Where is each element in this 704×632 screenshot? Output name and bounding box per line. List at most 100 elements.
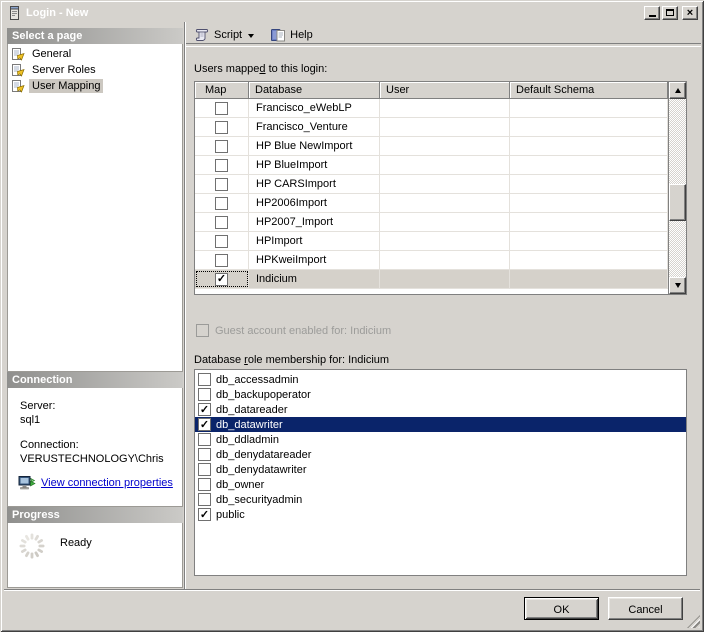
map-cell[interactable] (195, 194, 249, 212)
map-cell[interactable] (195, 118, 249, 136)
table-row[interactable]: Francisco_eWebLP (195, 99, 668, 118)
role-checkbox[interactable] (198, 478, 211, 491)
role-item[interactable]: public (195, 507, 686, 522)
map-cell[interactable] (195, 232, 249, 250)
map-cell[interactable] (195, 270, 249, 288)
default-schema-cell[interactable] (510, 251, 668, 269)
map-cell[interactable] (195, 137, 249, 155)
database-cell[interactable]: HP2006Import (249, 194, 380, 212)
user-cell[interactable] (380, 251, 510, 269)
map-cell[interactable] (195, 213, 249, 231)
role-item[interactable]: db_owner (195, 477, 686, 492)
user-cell[interactable] (380, 137, 510, 155)
scrollbar-track[interactable] (669, 99, 686, 277)
map-checkbox[interactable] (215, 121, 228, 134)
database-cell[interactable]: HP Blue NewImport (249, 137, 380, 155)
map-checkbox[interactable] (215, 216, 228, 229)
column-header-default-schema[interactable]: Default Schema (510, 82, 668, 99)
view-connection-properties-link[interactable]: View connection properties (41, 477, 173, 489)
table-row[interactable]: Indicium (195, 270, 668, 289)
map-cell[interactable] (195, 251, 249, 269)
table-row[interactable]: HPKweiImport (195, 251, 668, 270)
ok-button[interactable]: OK (524, 597, 599, 620)
map-checkbox[interactable] (215, 159, 228, 172)
role-item[interactable]: db_denydatareader (195, 447, 686, 462)
table-row[interactable]: HPImport (195, 232, 668, 251)
default-schema-cell[interactable] (510, 118, 668, 136)
table-row[interactable]: HP Blue NewImport (195, 137, 668, 156)
user-cell[interactable] (380, 156, 510, 174)
database-cell[interactable]: HP BlueImport (249, 156, 380, 174)
scroll-down-button[interactable] (669, 277, 686, 294)
map-checkbox[interactable] (215, 178, 228, 191)
help-button[interactable]: Help (267, 25, 316, 45)
map-checkbox[interactable] (215, 140, 228, 153)
role-checkbox[interactable] (198, 493, 211, 506)
map-cell[interactable] (195, 99, 249, 117)
map-cell[interactable] (195, 175, 249, 193)
resize-grip[interactable] (687, 615, 700, 628)
user-cell[interactable] (380, 118, 510, 136)
minimize-button[interactable] (644, 6, 660, 20)
database-cell[interactable]: HP2007_Import (249, 213, 380, 231)
default-schema-cell[interactable] (510, 137, 668, 155)
database-cell[interactable]: Francisco_Venture (249, 118, 380, 136)
column-header-user[interactable]: User (380, 82, 510, 99)
role-checkbox[interactable] (198, 418, 211, 431)
maximize-button[interactable] (662, 6, 678, 20)
default-schema-cell[interactable] (510, 232, 668, 250)
role-checkbox[interactable] (198, 448, 211, 461)
role-checkbox[interactable] (198, 508, 211, 521)
map-checkbox[interactable] (215, 254, 228, 267)
user-cell[interactable] (380, 99, 510, 117)
user-cell[interactable] (380, 194, 510, 212)
sidebar-item-server-roles[interactable]: Server Roles (8, 62, 182, 78)
user-cell[interactable] (380, 175, 510, 193)
map-checkbox[interactable] (215, 197, 228, 210)
role-item[interactable]: db_datareader (195, 402, 686, 417)
default-schema-cell[interactable] (510, 213, 668, 231)
role-item[interactable]: db_ddladmin (195, 432, 686, 447)
table-row[interactable]: HP2007_Import (195, 213, 668, 232)
map-checkbox[interactable] (215, 235, 228, 248)
map-cell[interactable] (195, 156, 249, 174)
default-schema-cell[interactable] (510, 194, 668, 212)
user-cell[interactable] (380, 213, 510, 231)
database-cell[interactable]: Indicium (249, 270, 380, 288)
map-checkbox[interactable] (215, 273, 228, 286)
table-row[interactable]: HP CARSImport (195, 175, 668, 194)
close-button[interactable]: × (682, 6, 698, 20)
role-checkbox[interactable] (198, 388, 211, 401)
database-cell[interactable]: HP CARSImport (249, 175, 380, 193)
default-schema-cell[interactable] (510, 175, 668, 193)
table-scrollbar[interactable] (668, 82, 686, 294)
scroll-up-button[interactable] (669, 82, 686, 99)
script-button[interactable]: Script (191, 25, 261, 45)
default-schema-cell[interactable] (510, 270, 668, 288)
default-schema-cell[interactable] (510, 156, 668, 174)
role-checkbox[interactable] (198, 403, 211, 416)
scrollbar-thumb[interactable] (669, 184, 686, 221)
user-cell[interactable] (380, 270, 510, 288)
role-checkbox[interactable] (198, 433, 211, 446)
role-checkbox[interactable] (198, 463, 211, 476)
role-item[interactable]: db_denydatawriter (195, 462, 686, 477)
user-cell[interactable] (380, 232, 510, 250)
script-dropdown-icon[interactable] (248, 34, 254, 38)
database-cell[interactable]: HPKweiImport (249, 251, 380, 269)
default-schema-cell[interactable] (510, 99, 668, 117)
role-item[interactable]: db_datawriter (195, 417, 686, 432)
role-checkbox[interactable] (198, 373, 211, 386)
table-row[interactable]: HP BlueImport (195, 156, 668, 175)
role-item[interactable]: db_backupoperator (195, 387, 686, 402)
cancel-button[interactable]: Cancel (608, 597, 683, 620)
database-cell[interactable]: Francisco_eWebLP (249, 99, 380, 117)
sidebar-item-general[interactable]: General (8, 46, 182, 62)
table-row[interactable]: HP2006Import (195, 194, 668, 213)
role-item[interactable]: db_accessadmin (195, 372, 686, 387)
column-header-database[interactable]: Database (249, 82, 380, 99)
sidebar-item-user-mapping[interactable]: User Mapping (8, 78, 182, 94)
role-item[interactable]: db_securityadmin (195, 492, 686, 507)
column-header-map[interactable]: Map (195, 82, 249, 99)
database-cell[interactable]: HPImport (249, 232, 380, 250)
